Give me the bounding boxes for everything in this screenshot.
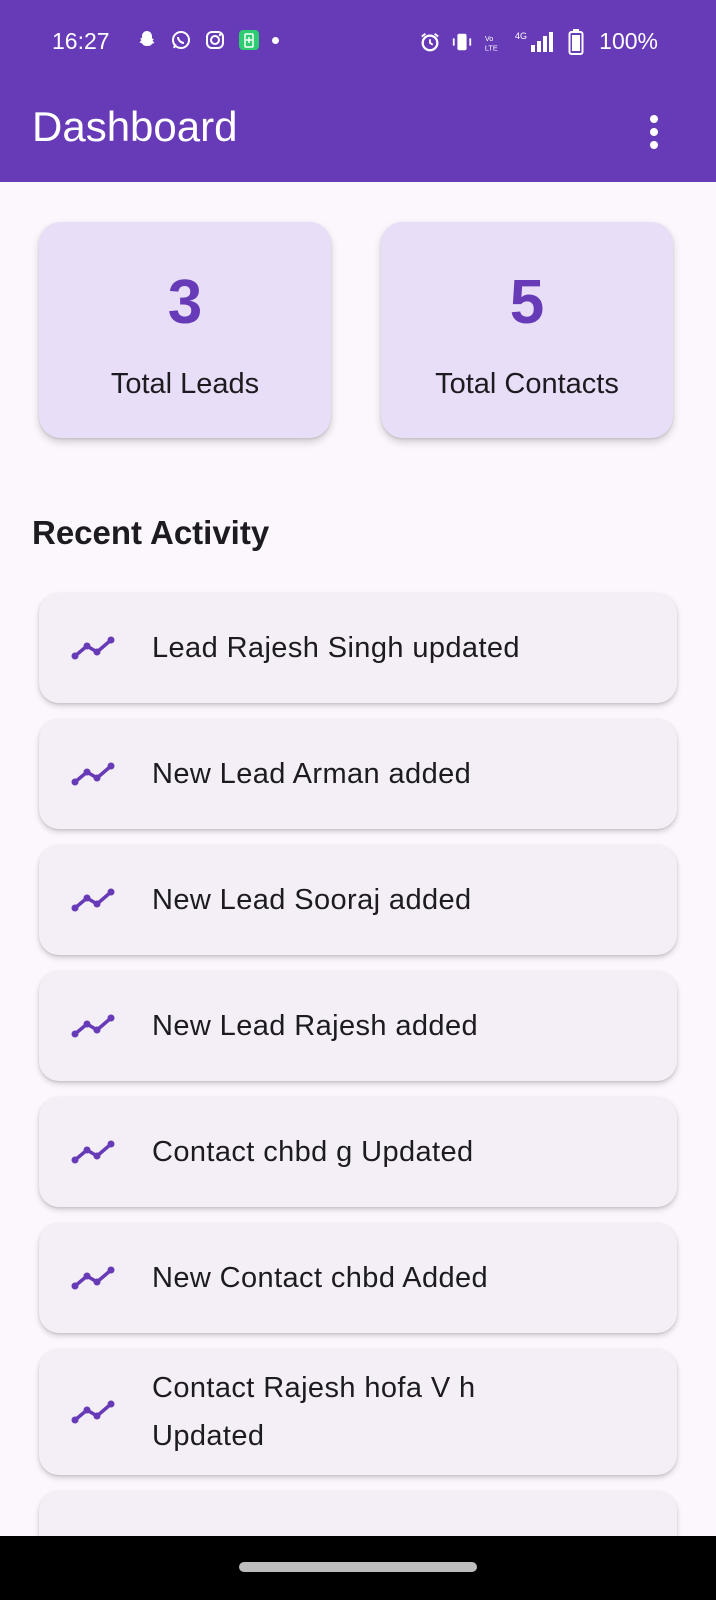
activity-text: Contact Rajesh hofa V h Updated [152, 1372, 476, 1452]
app-bar: Dashboard [0, 82, 716, 182]
more-vert-icon [650, 115, 658, 123]
list-item[interactable]: New Lead Sooraj added [39, 845, 677, 955]
vibrate-icon [451, 31, 473, 53]
more-options-button[interactable] [634, 108, 674, 156]
recent-activity-heading: Recent Activity [32, 514, 270, 551]
activity-text: New Lead Rajesh added [152, 1010, 479, 1042]
trending-icon [71, 1014, 115, 1038]
system-icons: Vo LTE 4G 100% [419, 28, 658, 55]
more-vert-dot [650, 141, 658, 149]
trending-icon [71, 1400, 115, 1424]
status-time: 16:27 [52, 28, 110, 54]
instagram-icon [204, 29, 226, 51]
volte-icon: Vo LTE [483, 31, 505, 53]
svg-text:Vo: Vo [485, 34, 494, 43]
list-item[interactable]: New Contact chbd Added [39, 1223, 677, 1333]
trending-icon [71, 1266, 115, 1290]
battery-saver-icon [238, 29, 260, 51]
more-notifications-icon [272, 36, 279, 44]
total-leads-label: Total Leads [110, 368, 260, 400]
list-item[interactable]: New Lead Rajesh added [39, 971, 677, 1081]
alarm-icon [419, 31, 441, 53]
list-item[interactable]: Lead Rajesh Singh updated [39, 593, 677, 703]
page-title: Dashboard [32, 103, 238, 150]
svg-text:LTE: LTE [485, 43, 498, 52]
navigation-bar [0, 1536, 716, 1600]
total-leads-value: 3 [167, 268, 203, 337]
trending-icon [71, 636, 115, 660]
battery-icon [565, 28, 587, 55]
list-item[interactable]: New Lead Arman added [39, 719, 677, 829]
activity-text: Lead Rajesh Singh updated [152, 632, 520, 664]
activity-text: New Lead Sooraj added [152, 884, 472, 916]
status-bar: 16:27 Vo LTE 4G 100% [0, 0, 716, 82]
home-gesture-handle[interactable] [239, 1562, 477, 1572]
network-type-label: 4G [515, 31, 527, 41]
whatsapp-icon [170, 29, 192, 51]
snapchat-icon [136, 29, 158, 51]
trending-icon [71, 888, 115, 912]
total-contacts-label: Total Contacts [435, 368, 619, 400]
activity-text: New Contact chbd Added [152, 1262, 489, 1294]
trending-icon [71, 762, 115, 786]
list-item[interactable]: Contact chbd g Updated [39, 1097, 677, 1207]
total-contacts-card[interactable]: 5 Total Contacts [381, 222, 673, 438]
list-item[interactable]: Contact Rajesh hofa V h Updated [39, 1349, 677, 1475]
activity-text: Contact chbd g Updated [152, 1136, 474, 1168]
battery-percentage: 100% [599, 28, 658, 54]
more-vert-dot [650, 128, 658, 136]
notification-icons [136, 29, 279, 51]
signal-icon: 4G [515, 31, 555, 53]
total-contacts-value: 5 [509, 268, 545, 337]
total-leads-card[interactable]: 3 Total Leads [39, 222, 331, 438]
activity-text: New Lead Arman added [152, 758, 472, 790]
activity-list: Lead Rajesh Singh updated New Lead Arman… [39, 593, 677, 1567]
trending-icon [71, 1140, 115, 1164]
